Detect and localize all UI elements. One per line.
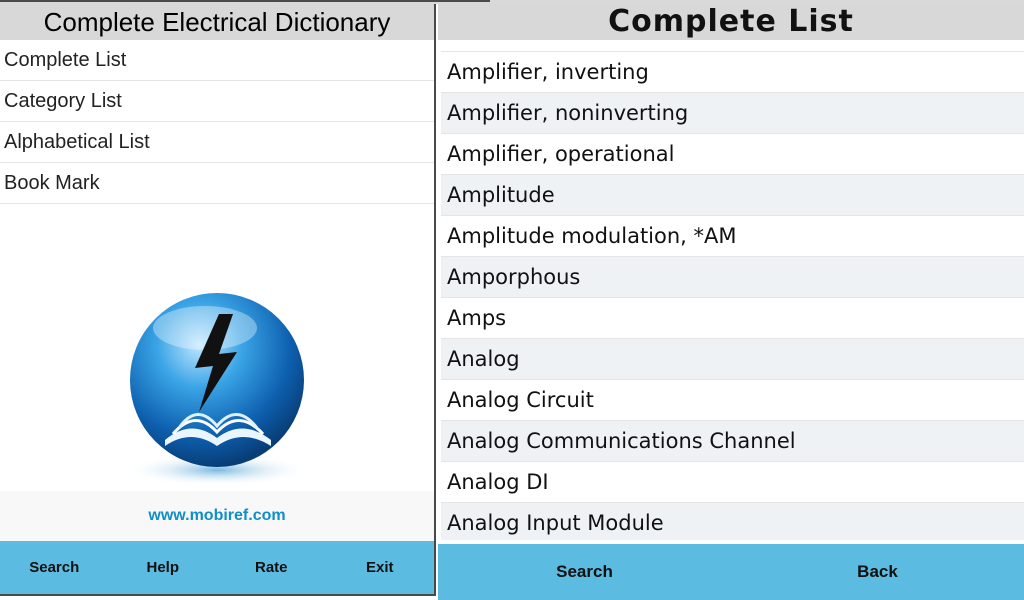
main-menu-pane: Complete Electrical Dictionary Complete … [0, 4, 436, 596]
list-item[interactable]: Analog [441, 339, 1024, 380]
menu-item-category-list[interactable]: Category List [0, 81, 434, 122]
list-item[interactable]: Amporphous [441, 257, 1024, 298]
right-bottom-toolbar: Search Back [438, 544, 1024, 600]
app-logo-icon [125, 293, 309, 486]
term-list[interactable]: Amplifier, inverting Amplifier, noninver… [441, 40, 1024, 540]
list-item[interactable]: Analog DI [441, 462, 1024, 503]
back-button[interactable]: Back [731, 544, 1024, 600]
menu-item-alphabetical-list[interactable]: Alphabetical List [0, 122, 434, 163]
list-item[interactable]: Amps [441, 298, 1024, 339]
list-item[interactable]: Amplitude [441, 175, 1024, 216]
menu-item-book-mark[interactable]: Book Mark [0, 163, 434, 204]
list-item[interactable]: Amplifier, inverting [441, 52, 1024, 93]
list-item[interactable]: Amplifier, operational [441, 134, 1024, 175]
search-button[interactable]: Search [438, 544, 731, 600]
exit-button[interactable]: Exit [326, 541, 435, 594]
help-button[interactable]: Help [109, 541, 218, 594]
list-item-partial[interactable] [441, 40, 1024, 52]
complete-list-pane: Complete List Amplifier, inverting Ampli… [438, 4, 1024, 600]
website-link[interactable]: www.mobiref.com [0, 491, 434, 541]
left-bottom-toolbar: Search Help Rate Exit [0, 541, 434, 594]
menu-item-complete-list[interactable]: Complete List [0, 40, 434, 81]
list-item[interactable]: Amplitude modulation, *AM [441, 216, 1024, 257]
list-item[interactable]: Analog Communications Channel [441, 421, 1024, 462]
rate-button[interactable]: Rate [217, 541, 326, 594]
list-title: Complete List [438, 4, 1024, 40]
app-title: Complete Electrical Dictionary [0, 4, 434, 40]
search-button[interactable]: Search [0, 541, 109, 594]
list-item[interactable]: Analog Circuit [441, 380, 1024, 421]
list-item[interactable]: Amplifier, noninverting [441, 93, 1024, 134]
list-item[interactable]: Analog Input Module [441, 503, 1024, 540]
